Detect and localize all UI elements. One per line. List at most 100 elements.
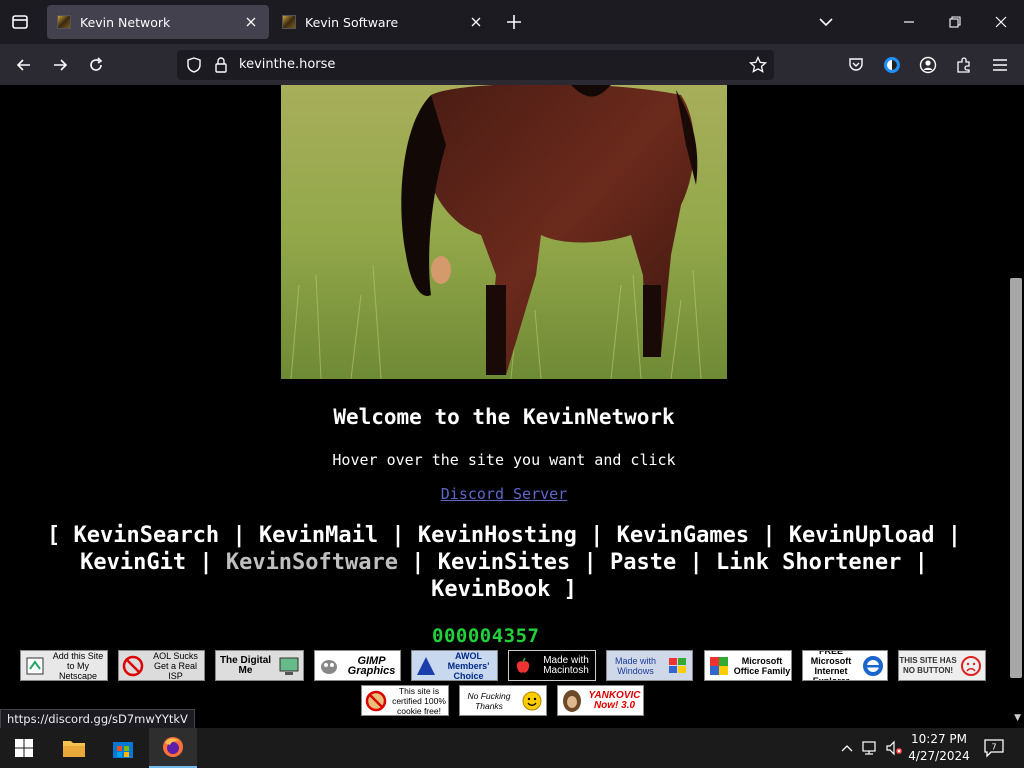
office-icon — [708, 655, 730, 677]
microsoft-store-icon[interactable] — [99, 728, 147, 768]
reload-icon[interactable] — [83, 52, 109, 78]
tab-kevin-software[interactable]: Kevin Software — [272, 5, 494, 39]
link-kevinsoftware[interactable]: KevinSoftware — [226, 550, 398, 575]
separator: | — [199, 550, 213, 575]
pocket-icon[interactable] — [843, 52, 869, 78]
apple-icon — [512, 655, 534, 677]
gimp-icon — [318, 655, 340, 677]
system-clock[interactable]: 10:27 PM 4/27/2024 — [900, 731, 978, 765]
tab-overflow-chevron-down-icon[interactable] — [811, 8, 841, 36]
account-icon[interactable] — [915, 52, 941, 78]
tab-title: Kevin Software — [305, 14, 399, 30]
link-kevingames[interactable]: KevinGames — [617, 523, 749, 548]
bookmark-star-icon[interactable] — [748, 55, 768, 74]
badge-netscape[interactable]: Add this Site to My Netscape — [20, 650, 108, 681]
bracket-open: [ — [46, 523, 61, 548]
smiley-icon — [521, 690, 543, 712]
hit-counter: 000004357 — [432, 625, 540, 647]
scrollbar-thumb[interactable] — [1010, 278, 1022, 678]
separator: | — [762, 523, 776, 548]
separator: | — [947, 523, 962, 548]
horse-favicon-icon — [57, 15, 71, 29]
separator: | — [232, 523, 246, 548]
discord-server-link[interactable]: Discord Server — [441, 485, 567, 503]
extensions-puzzle-icon[interactable] — [951, 52, 977, 78]
separator: | — [914, 550, 928, 575]
badge-macintosh[interactable]: Made with Macintosh — [508, 650, 596, 681]
link-kevinhosting[interactable]: KevinHosting — [418, 523, 577, 548]
shield-icon[interactable] — [185, 56, 203, 74]
awol-icon — [415, 655, 437, 677]
hamburger-menu-icon[interactable] — [987, 52, 1013, 78]
site-links: [ KevinSearch | KevinMail | KevinHosting… — [0, 522, 1008, 603]
close-window-button[interactable] — [986, 8, 1016, 36]
badge-internet-explorer[interactable]: FREE Microsoft Internet Explorer — [802, 650, 888, 681]
tab-title: Kevin Network — [80, 14, 171, 30]
close-icon[interactable] — [468, 14, 484, 30]
separator: | — [689, 550, 703, 575]
links-line-3: KevinBook ] — [0, 576, 1008, 603]
windows-flag-icon — [667, 655, 689, 677]
link-status-tooltip: https://discord.gg/sD7mwYYtkV — [0, 709, 195, 728]
separator: | — [411, 550, 425, 575]
extension-circle-icon[interactable] — [879, 52, 905, 78]
computer-icon — [278, 655, 300, 677]
link-kevinsites[interactable]: KevinSites — [438, 550, 570, 575]
badge-office[interactable]: Microsoft Office Family — [704, 650, 792, 681]
start-windows-icon[interactable] — [0, 728, 48, 768]
no-cookie-icon — [365, 690, 387, 712]
new-tab-button[interactable] — [503, 11, 525, 33]
close-icon[interactable] — [243, 14, 259, 30]
badge-aol-sucks[interactable]: AOL Sucks Get a Real ISP — [118, 650, 205, 681]
bracket-close: ] — [563, 577, 577, 602]
windows-taskbar: 10:27 PM 4/27/2024 7 — [0, 728, 1024, 768]
navigation-toolbar: kevinthe.horse — [0, 44, 1024, 85]
scroll-down-arrow-icon[interactable]: ▼ — [1014, 713, 1021, 723]
links-line-2: KevinGit | KevinSoftware | KevinSites | … — [0, 549, 1008, 576]
tab-kevin-network[interactable]: Kevin Network — [47, 5, 269, 39]
links-line-1: [ KevinSearch | KevinMail | KevinHosting… — [0, 522, 1008, 549]
url-text[interactable]: kevinthe.horse — [239, 57, 335, 72]
restore-button[interactable] — [940, 8, 970, 36]
horse-image — [281, 85, 727, 379]
link-kevinmail[interactable]: KevinMail — [259, 523, 378, 548]
page-content: Welcome to the KevinNetwork Hover over t… — [0, 85, 1024, 728]
badge-no-thanks[interactable]: No Fucking Thanks — [459, 685, 547, 716]
tray-chevron-up-icon[interactable] — [838, 728, 856, 768]
no-aol-icon — [122, 655, 144, 677]
horse-favicon-icon — [282, 15, 296, 29]
file-explorer-icon[interactable] — [50, 728, 98, 768]
minimize-button[interactable] — [894, 8, 924, 36]
tab-bar: Kevin Network Kevin Software — [0, 0, 1024, 44]
vertical-scrollbar[interactable]: ▼ — [1008, 85, 1024, 728]
link-shortener[interactable]: Link Shortener — [716, 550, 901, 575]
back-arrow-icon[interactable] — [11, 52, 37, 78]
clock-time: 10:27 PM — [911, 732, 967, 746]
notification-count: 7 — [991, 743, 996, 752]
link-kevingit[interactable]: KevinGit — [80, 550, 186, 575]
badge-awol[interactable]: AWOL Members' Choice — [411, 650, 498, 681]
badge-gimp[interactable]: GIMP Graphics — [314, 650, 401, 681]
notification-center-icon[interactable]: 7 — [982, 728, 1006, 768]
badge-no-button[interactable]: THIS SITE HAS NO BUTTON! — [898, 650, 986, 681]
yankovic-icon — [561, 689, 583, 712]
separator: | — [583, 550, 597, 575]
badge-windows[interactable]: Made with Windows — [606, 650, 693, 681]
discord-link-row: Discord Server — [0, 485, 1008, 503]
link-kevinsearch[interactable]: KevinSearch — [73, 523, 219, 548]
lock-icon[interactable] — [212, 56, 230, 74]
forward-arrow-icon[interactable] — [47, 52, 73, 78]
netscape-icon — [24, 655, 46, 677]
link-paste[interactable]: Paste — [610, 550, 676, 575]
badge-cookie-free[interactable]: This site is certified 100% cookie free! — [361, 685, 449, 716]
link-kevinbook[interactable]: KevinBook — [431, 577, 550, 602]
badge-digital-me[interactable]: The Digital Me — [215, 650, 304, 681]
firefox-view-icon[interactable] — [8, 10, 32, 34]
link-kevinupload[interactable]: KevinUpload — [789, 523, 935, 548]
badge-yankovic[interactable]: YANKOVIC Now! 3.0 — [557, 685, 644, 716]
network-icon[interactable] — [860, 728, 880, 768]
address-bar[interactable]: kevinthe.horse — [177, 50, 774, 80]
clock-date: 4/27/2024 — [908, 749, 970, 763]
separator: | — [590, 523, 604, 548]
firefox-taskbar-icon[interactable] — [149, 728, 197, 768]
